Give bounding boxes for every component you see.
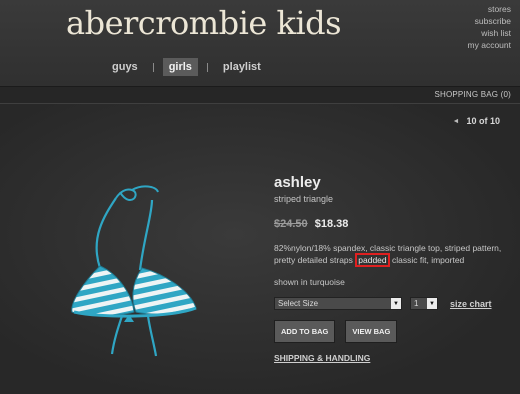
product-area: ◄ 10 of 10 ashley striped triangle $24.5… — [0, 104, 520, 394]
size-select-value: Select Size — [278, 299, 319, 308]
shopping-bag-bar: SHOPPING BAG (0) — [0, 86, 520, 104]
quantity-select[interactable]: 1 ▼ — [410, 297, 438, 310]
product-info: ashley striped triangle $24.50 $18.38 82… — [274, 174, 514, 363]
pager-count: 10 of 10 — [466, 116, 500, 126]
sale-price: $18.38 — [314, 218, 349, 230]
prev-arrow-icon[interactable]: ◄ — [453, 118, 460, 125]
product-subtitle: striped triangle — [274, 194, 334, 204]
shipping-handling-link[interactable]: SHIPPING & HANDLING — [274, 353, 514, 363]
util-link-stores[interactable]: stores — [468, 3, 511, 15]
utility-links: stores subscribe wish list my account — [468, 3, 511, 51]
product-description: 82%nylon/18% spandex, classic triangle t… — [274, 242, 514, 267]
nav-divider — [206, 62, 208, 72]
nav-guys[interactable]: guys — [112, 61, 138, 73]
util-link-my-account[interactable]: my account — [468, 39, 511, 51]
product-image — [71, 185, 197, 357]
product-name: ashley — [274, 174, 321, 191]
size-row: Select Size ▼ 1 ▼ size chart — [274, 297, 514, 310]
size-chart-link[interactable]: size chart — [450, 299, 492, 309]
site-header: abercrombie kids stores subscribe wish l… — [0, 0, 520, 86]
util-link-wish-list[interactable]: wish list — [468, 27, 511, 39]
view-bag-button[interactable]: VIEW BAG — [345, 320, 398, 343]
description-text-end: classic fit, imported — [389, 255, 465, 265]
nav-girls[interactable]: girls — [162, 58, 198, 76]
add-to-bag-button[interactable]: ADD TO BAG — [274, 320, 336, 343]
shown-in-color: shown in turquoise — [274, 277, 345, 287]
product-pager: ◄ 10 of 10 — [453, 116, 500, 126]
site-logo[interactable]: abercrombie kids — [66, 4, 341, 42]
size-select[interactable]: Select Size ▼ — [274, 297, 402, 310]
shopping-bag-link[interactable]: SHOPPING BAG (0) — [434, 90, 511, 99]
bag-buttons: ADD TO BAG VIEW BAG — [274, 320, 514, 343]
original-price: $24.50 — [274, 218, 308, 230]
chevron-down-icon[interactable]: ▼ — [427, 298, 437, 309]
util-link-subscribe[interactable]: subscribe — [468, 15, 511, 27]
nav-divider — [152, 62, 154, 72]
product-price: $24.50 $18.38 — [274, 218, 514, 230]
chevron-down-icon[interactable]: ▼ — [391, 298, 401, 309]
nav-playlist[interactable]: playlist — [223, 61, 261, 73]
quantity-select-value: 1 — [414, 299, 419, 308]
description-highlight: padded — [355, 253, 390, 267]
main-nav: guys girls playlist — [112, 57, 261, 77]
